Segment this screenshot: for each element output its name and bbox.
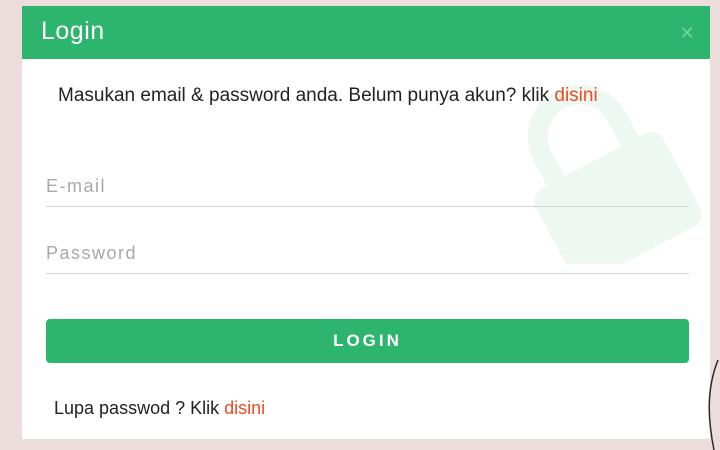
intro-text: Masukan email & password anda. Belum pun…: [58, 80, 688, 112]
close-icon[interactable]: ✕: [676, 22, 698, 44]
intro-message: Masukan email & password anda. Belum pun…: [58, 85, 555, 106]
login-button[interactable]: LOGIN: [46, 319, 689, 363]
modal-title: Login: [41, 17, 105, 45]
register-link[interactable]: disini: [554, 85, 597, 106]
password-field[interactable]: [46, 233, 689, 274]
email-field[interactable]: [46, 166, 689, 207]
forgot-password-link[interactable]: disini: [224, 398, 265, 418]
login-modal: Login ✕ Masukan email & password anda. B…: [22, 6, 710, 439]
forgot-message: Lupa passwod ? Klik: [54, 398, 225, 418]
forgot-password-text: Lupa passwod ? Klik disini: [54, 395, 265, 421]
modal-header: Login ✕: [22, 6, 710, 59]
